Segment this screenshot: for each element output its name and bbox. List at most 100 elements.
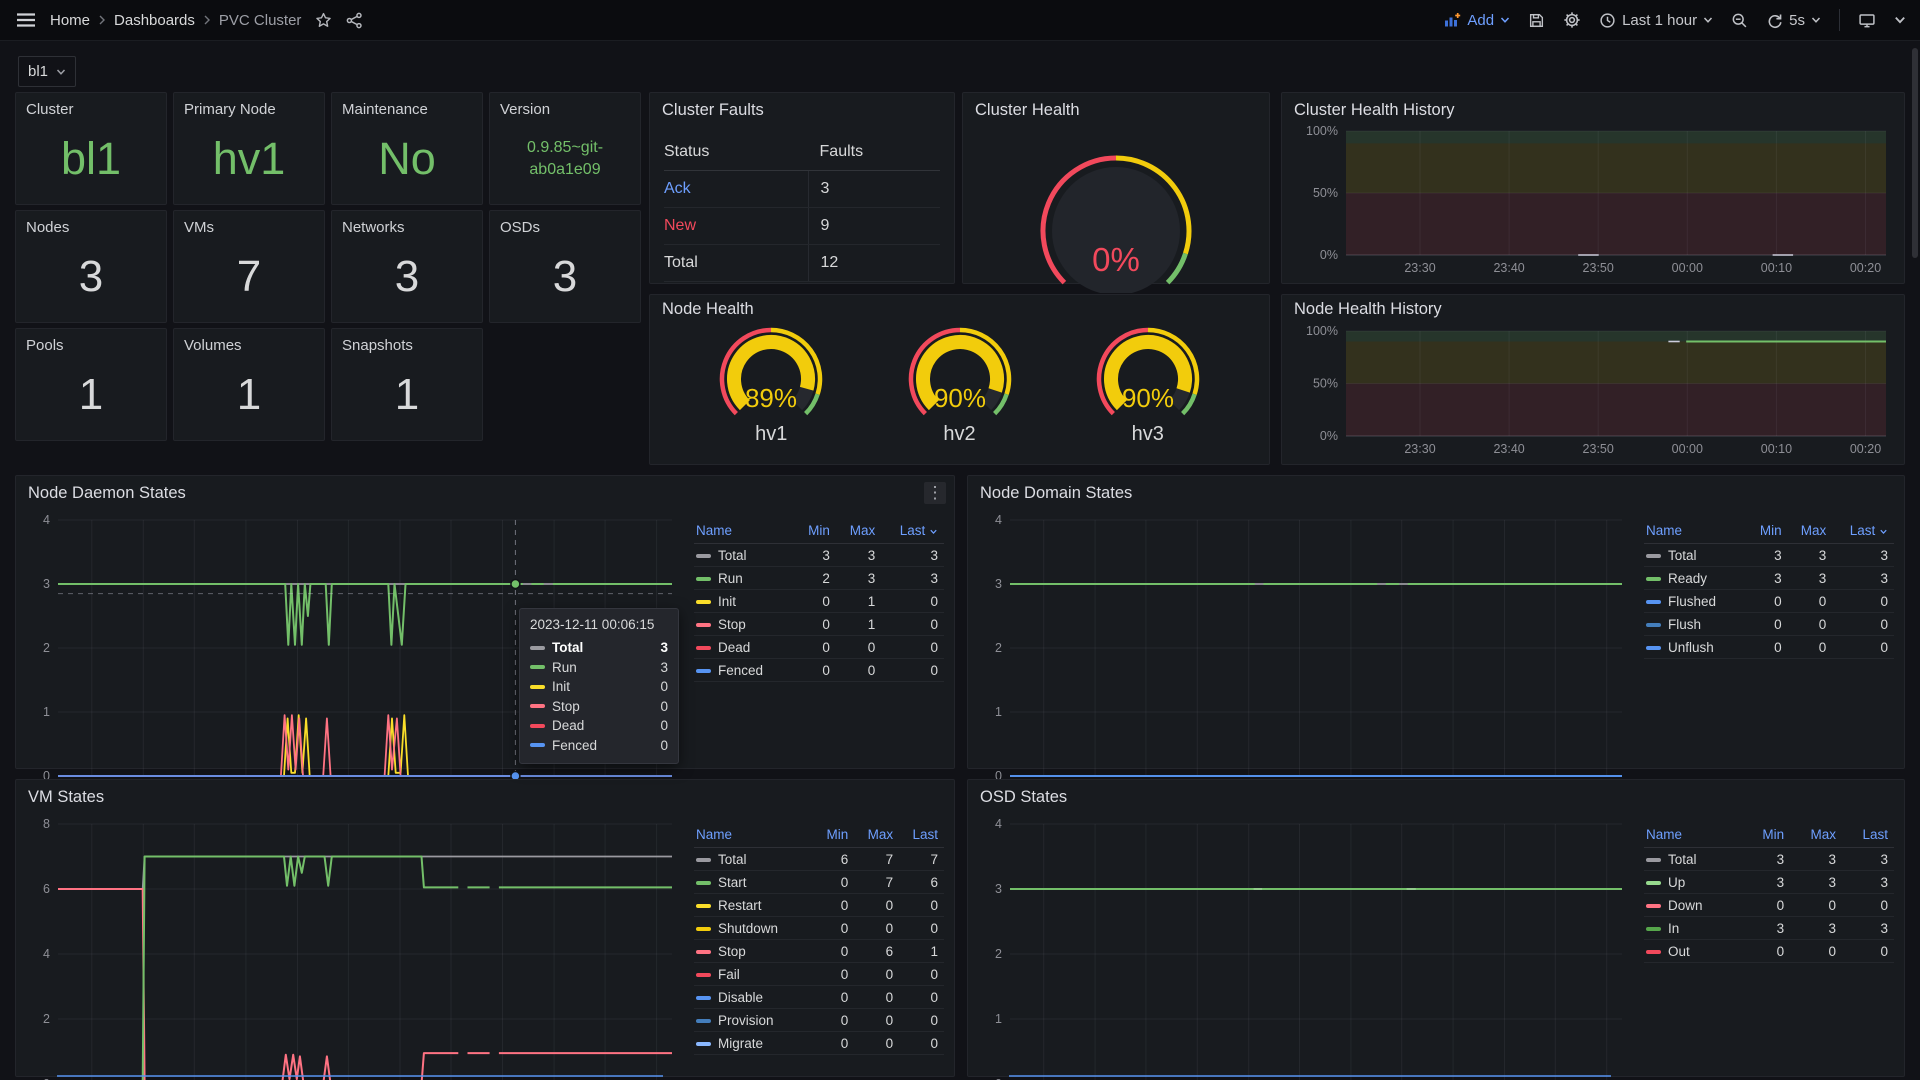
menu-icon[interactable]	[16, 12, 36, 28]
legend-col-last[interactable]: Last	[899, 824, 944, 848]
variable-dropdown-cluster[interactable]: bl1	[18, 56, 76, 87]
legend-max: 0	[1790, 940, 1842, 963]
tooltip-series-name: Run	[552, 660, 577, 675]
scrollbar-thumb[interactable]	[1912, 48, 1918, 258]
series-color-dash	[696, 858, 711, 862]
legend-min: 0	[1744, 940, 1790, 963]
timeseries-svg: 23:3023:4023:5000:0000:1000:20100%50%0%	[1290, 123, 1896, 279]
series-color-dash	[1646, 646, 1661, 650]
zoom-out-icon[interactable]	[1731, 12, 1748, 29]
legend-series-name[interactable]: Shutdown	[694, 917, 814, 940]
legend-row: Run 2 3 3	[694, 567, 944, 590]
legend-series-name[interactable]: Disable	[694, 986, 814, 1009]
cluster-health-history-chart[interactable]: 23:3023:4023:5000:0000:1000:20100%50%0%	[1290, 123, 1896, 279]
panel-menu-icon[interactable]: ⋮	[924, 482, 946, 504]
sort-caret-icon	[929, 527, 938, 536]
legend-col-last[interactable]: Last	[1842, 824, 1894, 848]
legend-series-name[interactable]: Start	[694, 871, 814, 894]
series-color-dash	[530, 724, 545, 728]
legend-col-name[interactable]: Name	[694, 824, 814, 848]
add-button[interactable]: Add	[1444, 12, 1510, 29]
stat-panel-nodes: Nodes 3	[15, 210, 167, 323]
breadcrumb-item[interactable]: Home	[50, 12, 90, 29]
tv-mode-icon[interactable]	[1858, 12, 1876, 29]
panel-node-domain-states: Node Domain States 23:2523:3023:3523:402…	[967, 475, 1905, 769]
panel-title-cluster-health-history[interactable]: Cluster Health History	[1294, 101, 1454, 120]
legend-series-name[interactable]: Flush	[1644, 613, 1748, 636]
breadcrumb-item: PVC Cluster	[219, 12, 302, 29]
legend-max: 7	[854, 848, 899, 871]
legend-col-name[interactable]: Name	[694, 520, 796, 544]
panel-title-cluster-health[interactable]: Cluster Health	[975, 101, 1080, 120]
panel-title-vm-states[interactable]: VM States	[28, 788, 104, 807]
breadcrumb-item[interactable]: Dashboards	[114, 12, 195, 29]
chevron-down-icon	[1703, 15, 1713, 25]
legend-row: Down 0 0 0	[1644, 894, 1894, 917]
share-icon[interactable]	[346, 12, 363, 29]
panel-title-cluster-faults[interactable]: Cluster Faults	[662, 101, 764, 120]
legend-series-name[interactable]: Unflush	[1644, 636, 1748, 659]
legend-series-name[interactable]: Restart	[694, 894, 814, 917]
legend-row: Flushed 0 0 0	[1644, 590, 1894, 613]
osd-states-chart[interactable]: 23:2523:3023:3523:4023:4523:5023:5500:00…	[976, 814, 1636, 1080]
legend-col-name[interactable]: Name	[1644, 520, 1748, 544]
tooltip-series-name: Total	[552, 640, 583, 655]
legend-col-min[interactable]: Min	[1744, 824, 1790, 848]
legend-col-min[interactable]: Min	[796, 520, 836, 544]
node-health-history-chart[interactable]: 23:3023:4023:5000:0000:1000:20100%50%0%	[1290, 323, 1896, 460]
panel-title-node-health[interactable]: Node Health	[662, 300, 754, 319]
refresh-button[interactable]: 5s	[1766, 12, 1821, 29]
legend-series-name[interactable]: Down	[1644, 894, 1744, 917]
legend-series-name[interactable]: In	[1644, 917, 1744, 940]
panel-title-node-health-history[interactable]: Node Health History	[1294, 300, 1442, 319]
series-color-dash	[1646, 881, 1661, 885]
legend-col-max[interactable]: Max	[1790, 824, 1842, 848]
legend-row: Total 3 3 3	[694, 544, 944, 567]
refresh-interval-label[interactable]: 5s	[1789, 12, 1805, 29]
legend-series-name[interactable]: Init	[694, 590, 796, 613]
legend-series-name[interactable]: Fail	[694, 963, 814, 986]
vm-states-chart[interactable]: 23:2523:3023:3523:4023:4523:5023:5500:00…	[24, 814, 686, 1080]
legend-col-max[interactable]: Max	[836, 520, 881, 544]
legend-col-min[interactable]: Min	[1748, 520, 1788, 544]
legend-min: 0	[814, 940, 854, 963]
legend-col-max[interactable]: Max	[1788, 520, 1833, 544]
legend-series-name[interactable]: Flushed	[1644, 590, 1748, 613]
legend-series-name[interactable]: Fenced	[694, 659, 796, 682]
settings-gear-icon[interactable]	[1563, 11, 1581, 29]
legend-series-name[interactable]: Stop	[694, 613, 796, 636]
legend-max: 3	[1790, 917, 1842, 940]
star-icon[interactable]	[315, 12, 332, 29]
panel-title-node-daemon-states[interactable]: Node Daemon States	[28, 484, 186, 503]
cluster-health-gauge: 0%	[1001, 147, 1231, 298]
panel-title-osd-states[interactable]: OSD States	[980, 788, 1067, 807]
legend-series-name[interactable]: Provision	[694, 1009, 814, 1032]
legend-series-name[interactable]: Up	[1644, 871, 1744, 894]
legend-col-last[interactable]: Last	[881, 520, 944, 544]
svg-text:23:30: 23:30	[1404, 442, 1435, 456]
svg-text:00:20: 00:20	[1850, 261, 1881, 275]
legend-series-name[interactable]: Stop	[694, 940, 814, 963]
legend-series-name[interactable]: Total	[694, 544, 796, 567]
save-dashboard-icon[interactable]	[1528, 12, 1545, 29]
legend-series-name[interactable]: Total	[694, 848, 814, 871]
legend-series-name[interactable]: Dead	[694, 636, 796, 659]
legend-col-last[interactable]: Last	[1832, 520, 1894, 544]
fault-status: Total	[664, 254, 808, 272]
legend-series-name[interactable]: Run	[694, 567, 796, 590]
svg-text:23:30: 23:30	[1404, 261, 1435, 275]
legend-col-max[interactable]: Max	[854, 824, 899, 848]
nav-caret-icon[interactable]	[1894, 14, 1906, 26]
node-domain-states-chart[interactable]: 23:2523:3023:3523:4023:4523:5023:5500:00…	[976, 510, 1636, 802]
legend-col-min[interactable]: Min	[814, 824, 854, 848]
legend-series-name[interactable]: Migrate	[694, 1032, 814, 1055]
legend-series-name[interactable]: Out	[1644, 940, 1744, 963]
series-color-dash	[530, 743, 545, 747]
legend-series-name[interactable]: Total	[1644, 544, 1748, 567]
time-range-picker[interactable]: Last 1 hour	[1599, 12, 1713, 29]
legend-series-name[interactable]: Total	[1644, 848, 1744, 871]
panel-title-node-domain-states[interactable]: Node Domain States	[980, 484, 1132, 503]
legend-series-name[interactable]: Ready	[1644, 567, 1748, 590]
legend-col-name[interactable]: Name	[1644, 824, 1744, 848]
fault-count: 12	[808, 245, 940, 281]
